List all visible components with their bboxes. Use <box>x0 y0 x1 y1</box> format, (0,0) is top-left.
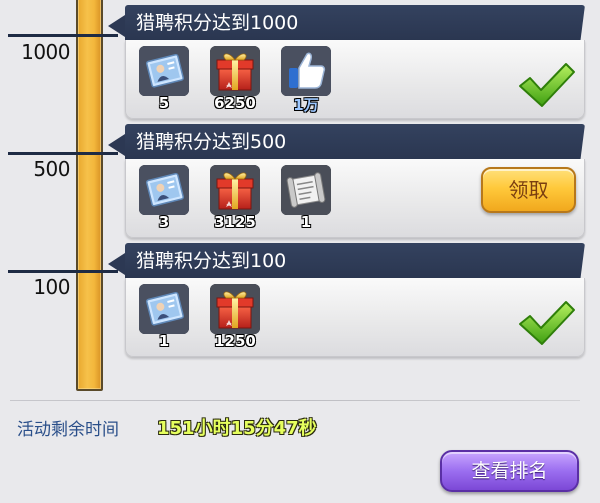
remaining-time-label: 活动剩余时间 <box>17 420 119 440</box>
footer-divider <box>10 400 580 401</box>
milestone-card-500: 猎聘积分达到500 3 3125 1 领取 <box>108 124 585 242</box>
reward-quantity: 1 <box>300 213 312 231</box>
tick-label-1000: 1000 <box>21 40 70 64</box>
reward-row: 5 6250 1万 <box>125 40 585 119</box>
gift-box-icon <box>210 46 260 96</box>
reward-item[interactable]: 3125 <box>207 165 263 235</box>
tick-line-500 <box>8 152 118 155</box>
reward-quantity: 3125 <box>214 213 256 231</box>
reward-row: 1 1250 <box>125 278 585 357</box>
event-panel: 1000 500 100 猎聘积分达到1000 5 6250 1万 猎聘积分达到… <box>0 0 600 503</box>
tick-line-100 <box>8 270 118 273</box>
tick-label-500: 500 <box>33 157 70 181</box>
photo-card-icon <box>139 284 189 334</box>
tier-pointer-arrow <box>108 15 125 37</box>
reward-quantity: 1 <box>158 332 170 350</box>
reward-item[interactable]: 1万 <box>278 46 334 116</box>
reward-quantity: 1万 <box>293 96 319 114</box>
milestone-header: 猎聘积分达到1000 <box>125 5 585 41</box>
claimed-check-icon <box>516 298 576 348</box>
photo-card-icon <box>139 46 189 96</box>
view-ranking-button[interactable]: 查看排名 <box>440 450 579 492</box>
reward-quantity: 1250 <box>214 332 256 350</box>
scroll-icon <box>281 165 331 215</box>
milestone-card-1000: 猎聘积分达到1000 5 6250 1万 <box>108 5 585 123</box>
reward-quantity: 6250 <box>214 94 256 112</box>
score-progress-bar <box>76 0 103 391</box>
tick-line-1000 <box>8 34 118 37</box>
milestone-header: 猎聘积分达到100 <box>125 243 585 279</box>
reward-item[interactable]: 3 <box>136 165 192 235</box>
reward-item[interactable]: 1 <box>136 284 192 354</box>
reward-row: 3 3125 1 领取 <box>125 159 585 238</box>
milestone-card-100: 猎聘积分达到100 1 1250 <box>108 243 585 361</box>
milestone-title: 猎聘积分达到1000 <box>136 12 299 34</box>
remaining-time-value: 151小时15分47秒 <box>157 418 317 439</box>
reward-item[interactable]: 1250 <box>207 284 263 354</box>
tick-label-100: 100 <box>33 275 70 299</box>
tier-pointer-arrow <box>108 253 125 275</box>
thumbs-up-icon <box>281 46 331 96</box>
reward-quantity: 3 <box>158 213 170 231</box>
gift-box-icon <box>210 284 260 334</box>
claim-button[interactable]: 领取 <box>481 167 576 213</box>
gift-box-icon <box>210 165 260 215</box>
reward-item[interactable]: 5 <box>136 46 192 116</box>
milestone-title: 猎聘积分达到500 <box>136 131 287 153</box>
milestone-title: 猎聘积分达到100 <box>136 250 287 272</box>
reward-item[interactable]: 1 <box>278 165 334 235</box>
reward-quantity: 5 <box>158 94 170 112</box>
photo-card-icon <box>139 165 189 215</box>
claimed-check-icon <box>516 60 576 110</box>
milestone-header: 猎聘积分达到500 <box>125 124 585 160</box>
reward-item[interactable]: 6250 <box>207 46 263 116</box>
tier-pointer-arrow <box>108 134 125 156</box>
